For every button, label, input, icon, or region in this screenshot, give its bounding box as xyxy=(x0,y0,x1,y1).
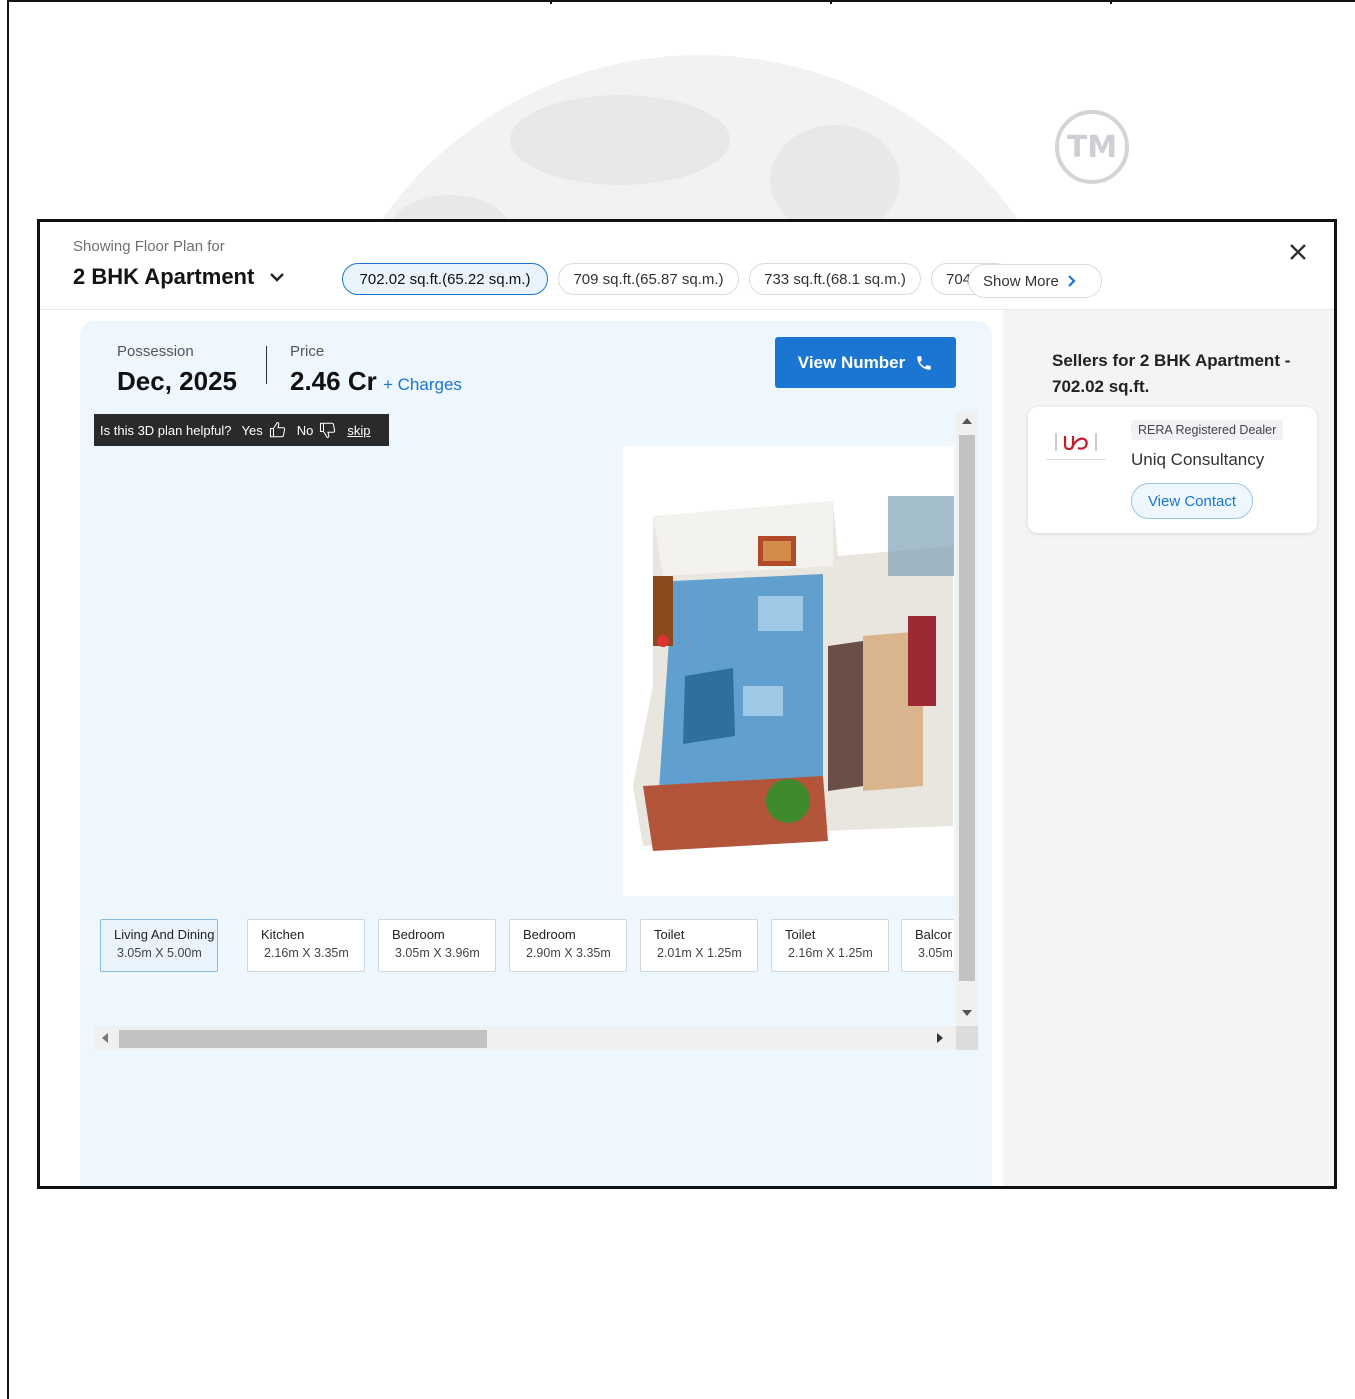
rera-badge: RERA Registered Dealer xyxy=(1131,420,1284,440)
floor-plan-modal: Showing Floor Plan for 2 BHK Apartment 7… xyxy=(37,219,1337,1189)
show-more-label: Show More xyxy=(983,272,1059,290)
show-more-button[interactable]: Show More xyxy=(968,264,1102,298)
scroll-left-icon[interactable] xyxy=(101,1032,109,1044)
price-label: Price xyxy=(290,343,325,360)
room-dimensions: 3.05m X 3.96m xyxy=(395,946,480,960)
modal-header: Showing Floor Plan for 2 BHK Apartment 7… xyxy=(40,222,1334,310)
vertical-scrollbar[interactable] xyxy=(956,411,978,1031)
scroll-right-icon[interactable] xyxy=(936,1032,944,1044)
room-name: Toilet xyxy=(785,927,816,942)
possession-label: Possession xyxy=(117,343,194,360)
thumbs-up-icon[interactable] xyxy=(269,421,287,439)
chevron-right-icon xyxy=(1068,275,1076,287)
room-dimensions: 2.16m X 1.25m xyxy=(788,946,873,960)
room-name: Bedroom xyxy=(392,927,445,942)
seller-card: RERA Registered Dealer Uniq Consultancy … xyxy=(1028,407,1317,533)
room-name: Bedroom xyxy=(523,927,576,942)
trademark-badge: TM xyxy=(1055,110,1129,184)
room-dimensions: 2.90m X 3.35m xyxy=(526,946,611,960)
room-name: Toilet xyxy=(654,927,685,942)
room-tab[interactable]: Toilet 2.01m X 1.25m xyxy=(640,919,758,972)
chevron-down-icon xyxy=(270,273,285,282)
feedback-skip[interactable]: skip xyxy=(347,423,370,438)
room-dimensions: 3.05m X 5.00m xyxy=(117,946,202,960)
scroll-down-icon[interactable] xyxy=(961,1009,973,1017)
room-name: Balcor xyxy=(915,927,952,942)
scroll-corner xyxy=(956,1026,978,1050)
feedback-bar: Is this 3D plan helpful? Yes No skip xyxy=(94,414,389,446)
top-divider xyxy=(1110,0,1112,4)
possession-value: Dec, 2025 xyxy=(117,366,237,396)
config-title: 2 BHK Apartment xyxy=(73,264,255,289)
view-contact-button[interactable]: View Contact xyxy=(1131,483,1253,519)
room-tab[interactable]: Living And Dining 3.05m X 5.00m xyxy=(100,919,218,972)
room-tab[interactable]: Bedroom 2.90m X 3.35m xyxy=(509,919,627,972)
size-chip[interactable]: 733 sq.ft.(68.1 sq.m.) xyxy=(749,263,921,295)
room-tab[interactable]: Toilet 2.16m X 1.25m xyxy=(771,919,889,972)
showing-label: Showing Floor Plan for xyxy=(73,238,225,255)
view-number-label: View Number xyxy=(797,352,906,372)
horizontal-scrollbar[interactable] xyxy=(94,1026,978,1050)
thumbs-down-icon[interactable] xyxy=(319,421,337,439)
room-tab[interactable]: Kitchen 2.16m X 3.35m xyxy=(247,919,365,972)
room-name: Kitchen xyxy=(261,927,305,942)
floor-plan-3d-image xyxy=(623,446,954,896)
room-dimensions: 2.16m X 3.35m xyxy=(264,946,349,960)
floor-plan-panel: Possession Dec, 2025 Price 2.46 Cr + Cha… xyxy=(80,321,992,1186)
charges-link[interactable]: + Charges xyxy=(383,375,462,395)
room-tabs: Living And Dining 3.05m X 5.00m Kitchen … xyxy=(100,919,954,979)
seller-name: Uniq Consultancy xyxy=(1131,450,1265,469)
feedback-yes[interactable]: Yes xyxy=(242,423,263,438)
price-value: 2.46 Cr xyxy=(290,366,377,396)
vertical-scroll-thumb[interactable] xyxy=(959,435,975,981)
sellers-title: Sellers for 2 BHK Apartment - 702.02 sq.… xyxy=(1052,351,1291,396)
sellers-panel: Sellers for 2 BHK Apartment - 702.02 sq.… xyxy=(1003,310,1334,1186)
top-divider xyxy=(830,0,832,4)
room-dimensions: 3.05m xyxy=(918,946,953,960)
top-divider xyxy=(550,0,552,4)
feedback-question: Is this 3D plan helpful? xyxy=(100,422,232,438)
room-dimensions: 2.01m X 1.25m xyxy=(657,946,742,960)
seller-logo xyxy=(1046,425,1106,460)
feedback-no[interactable]: No xyxy=(297,423,314,438)
room-tab[interactable]: Bedroom 3.05m X 3.96m xyxy=(378,919,496,972)
view-number-button[interactable]: View Number xyxy=(775,337,956,388)
room-tab[interactable]: Balcor 3.05m xyxy=(901,919,954,972)
size-chip[interactable]: 702.02 sq.ft.(65.22 sq.m.) xyxy=(342,263,548,295)
phone-icon xyxy=(917,355,931,370)
size-chip[interactable]: 709 sq.ft.(65.87 sq.m.) xyxy=(558,263,739,295)
horizontal-scroll-thumb[interactable] xyxy=(119,1030,487,1048)
config-dropdown[interactable]: 2 BHK Apartment xyxy=(73,264,286,290)
scroll-up-icon[interactable] xyxy=(961,417,973,425)
divider xyxy=(266,346,267,384)
room-name: Living And Dining xyxy=(114,927,215,942)
close-icon[interactable] xyxy=(1286,240,1310,264)
